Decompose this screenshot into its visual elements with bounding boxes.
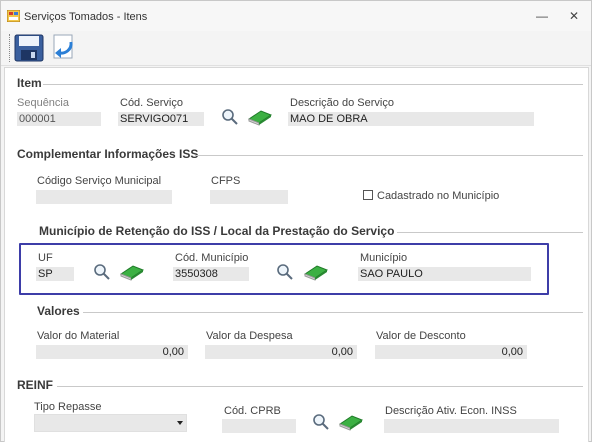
municipio-label: Município [360, 252, 408, 264]
tipo-repasse-label: Tipo Repasse [34, 401, 102, 413]
section-reinf-divider [57, 386, 583, 387]
uf-field[interactable]: SP [36, 267, 74, 281]
cadastrado-label: Cadastrado no Município [377, 190, 500, 202]
sequencia-label: Sequência [17, 97, 69, 109]
descricao-ativ-field [384, 419, 559, 433]
section-item-title: Item [17, 76, 42, 90]
municipio-field: SAO PAULO [358, 267, 531, 281]
sequencia-field: 000001 [17, 112, 101, 126]
valor-desconto-label: Valor de Desconto [376, 330, 466, 342]
eraser-icon[interactable] [119, 263, 145, 281]
close-button[interactable]: ✕ [565, 9, 583, 23]
section-retencao-title: Município de Retenção do ISS / Local da … [39, 224, 395, 238]
app-icon [7, 10, 20, 22]
section-retencao-divider [397, 232, 583, 233]
descricao-servico-field: MAO DE OBRA [288, 112, 534, 126]
cod-municipio-field[interactable]: 3550308 [173, 267, 249, 281]
cod-cprb-label: Cód. CPRB [224, 405, 281, 417]
undo-icon[interactable] [51, 34, 77, 62]
toolbar [1, 31, 591, 66]
cod-servico-label: Cód. Serviço [120, 97, 183, 109]
section-complementar-divider [195, 155, 583, 156]
search-icon[interactable] [312, 413, 330, 431]
valor-despesa-field[interactable]: 0,00 [205, 345, 357, 359]
codigo-municipal-field[interactable] [36, 190, 172, 204]
section-item-divider [43, 84, 583, 85]
chevron-down-icon [177, 421, 183, 425]
uf-label: UF [38, 252, 53, 264]
window-title: Serviços Tomados - Itens [24, 11, 148, 23]
cfps-field[interactable] [210, 190, 288, 204]
section-valores-title: Valores [37, 304, 80, 318]
eraser-icon[interactable] [303, 263, 329, 281]
cadastrado-checkbox[interactable] [363, 190, 373, 200]
valor-desconto-field[interactable]: 0,00 [375, 345, 527, 359]
cod-cprb-field[interactable] [222, 419, 296, 433]
minimize-button[interactable]: — [533, 9, 551, 23]
section-complementar-title: Complementar Informações ISS [17, 147, 199, 161]
valor-despesa-label: Valor da Despesa [206, 330, 293, 342]
codigo-municipal-label: Código Serviço Municipal [37, 175, 162, 187]
cod-servico-field[interactable]: SERVIGO071 [118, 112, 204, 126]
descricao-servico-label: Descrição do Serviço [290, 97, 394, 109]
valor-material-field[interactable]: 0,00 [36, 345, 188, 359]
descricao-ativ-label: Descrição Ativ. Econ. INSS [385, 405, 517, 417]
search-icon[interactable] [276, 263, 294, 281]
cfps-label: CFPS [211, 175, 241, 187]
tipo-repasse-select[interactable] [34, 414, 187, 432]
search-icon[interactable] [221, 108, 239, 126]
save-icon[interactable] [14, 34, 44, 62]
toolbar-grip [9, 34, 11, 62]
eraser-icon[interactable] [338, 413, 364, 431]
search-icon[interactable] [93, 263, 111, 281]
section-reinf-title: REINF [17, 378, 53, 392]
section-valores-divider [83, 312, 583, 313]
window: Serviços Tomados - Itens — ✕ Item Sequên… [0, 0, 592, 442]
valor-material-label: Valor do Material [37, 330, 120, 342]
title-bar: Serviços Tomados - Itens — ✕ [1, 1, 591, 31]
cod-municipio-label: Cód. Município [175, 252, 249, 264]
eraser-icon[interactable] [247, 108, 273, 126]
